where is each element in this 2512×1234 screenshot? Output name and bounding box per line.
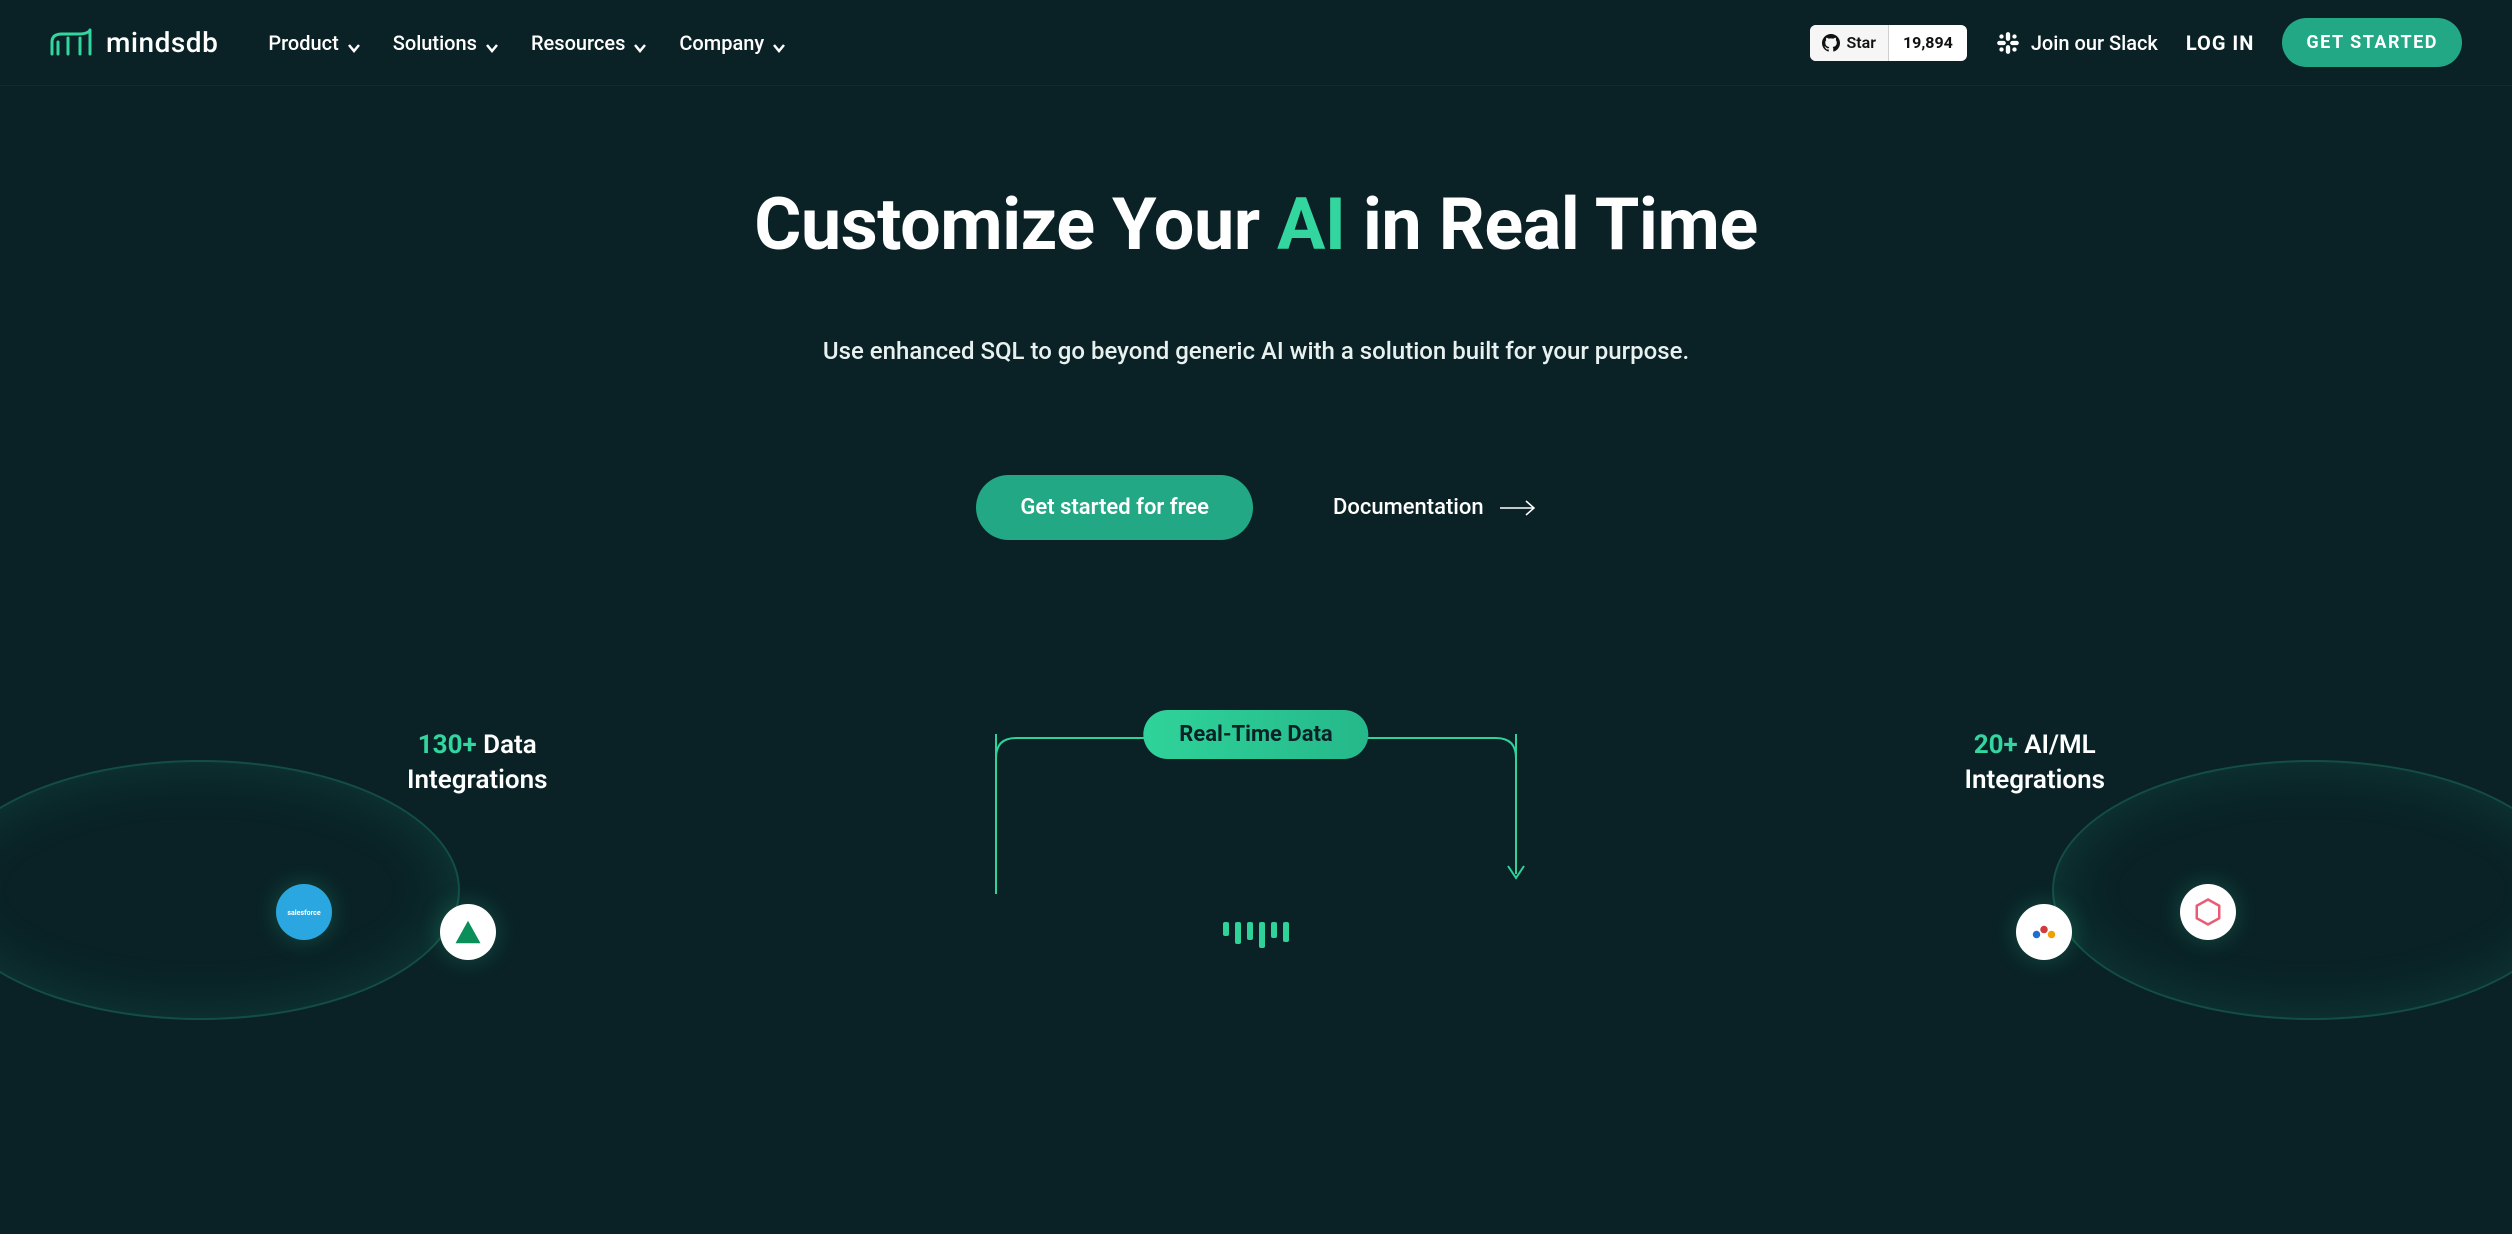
bear-logo-icon xyxy=(50,28,96,58)
aiml-integrations-label: 20+ AI/ML Integrations xyxy=(1964,728,2105,798)
github-star-button[interactable]: Star xyxy=(1810,25,1889,61)
brand-name: mindsdb xyxy=(106,26,218,59)
documentation-link[interactable]: Documentation xyxy=(1333,495,1536,520)
hero-cta-row: Get started for free Documentation xyxy=(0,475,2512,540)
integration-bubble-left-2 xyxy=(440,904,496,960)
github-star-count[interactable]: 19,894 xyxy=(1889,25,1967,61)
nav-item-product[interactable]: Product xyxy=(268,31,360,55)
get-started-button[interactable]: GET STARTED xyxy=(2282,18,2462,67)
hex-ring-icon xyxy=(2193,897,2223,927)
join-slack-link[interactable]: Join our Slack xyxy=(1995,30,2158,56)
nav-right: Star 19,894 Join our Slack LOG IN GET ST… xyxy=(1810,18,2462,67)
arc-left xyxy=(0,760,460,1020)
nav-left: mindsdb Product Solutions Resources Comp… xyxy=(50,26,786,59)
data-integrations-line2: Integrations xyxy=(407,765,548,795)
integration-bubble-right-1 xyxy=(2180,884,2236,940)
hero-title: Customize Your AI in Real Time xyxy=(0,182,2512,267)
github-icon xyxy=(1822,34,1840,52)
nav-item-label: Solutions xyxy=(393,31,477,55)
top-nav: mindsdb Product Solutions Resources Comp… xyxy=(0,0,2512,86)
hero: Customize Your AI in Real Time Use enhan… xyxy=(0,86,2512,540)
hero-title-pre: Customize Your xyxy=(754,182,1277,267)
salesforce-icon: salesforce xyxy=(287,895,321,929)
nav-menu: Product Solutions Resources Company xyxy=(268,31,786,55)
data-integrations-label: 130+ Data Integrations xyxy=(407,728,548,798)
hero-title-post: in Real Time xyxy=(1345,182,1757,267)
get-started-free-button[interactable]: Get started for free xyxy=(976,475,1253,540)
brand-logo[interactable]: mindsdb xyxy=(50,26,218,59)
slack-label: Join our Slack xyxy=(2031,31,2158,55)
nav-item-solutions[interactable]: Solutions xyxy=(393,31,499,55)
integration-bubble-salesforce: salesforce xyxy=(276,884,332,940)
svg-text:salesforce: salesforce xyxy=(288,908,321,917)
hero-title-accent: AI xyxy=(1277,182,1345,267)
chevron-down-icon xyxy=(772,36,786,50)
chevron-down-icon xyxy=(485,36,499,50)
slack-icon xyxy=(1995,30,2021,56)
nav-item-resources[interactable]: Resources xyxy=(531,31,647,55)
chevron-down-icon xyxy=(347,36,361,50)
data-integrations-line1: Data xyxy=(477,730,537,760)
aiml-integrations-count: 20+ xyxy=(1974,730,2018,760)
login-link[interactable]: LOG IN xyxy=(2186,31,2255,55)
documentation-label: Documentation xyxy=(1333,495,1484,520)
github-star-widget[interactable]: Star 19,894 xyxy=(1810,25,1966,61)
integration-bubble-right-2 xyxy=(2016,904,2072,960)
hero-subtitle: Use enhanced SQL to go beyond generic AI… xyxy=(0,337,2512,365)
dots-icon xyxy=(2029,917,2059,947)
nav-item-company[interactable]: Company xyxy=(679,31,786,55)
arc-right xyxy=(2052,760,2512,1020)
nav-item-label: Company xyxy=(679,31,764,55)
nav-item-label: Resources xyxy=(531,31,625,55)
data-integrations-count: 130+ xyxy=(418,730,477,760)
nav-item-label: Product xyxy=(268,31,338,55)
aiml-integrations-line2: Integrations xyxy=(1964,765,2105,795)
github-star-label: Star xyxy=(1846,33,1876,52)
arrow-right-icon xyxy=(1500,500,1536,516)
triangle-icon xyxy=(453,917,483,947)
integrations-diagram: Real-Time Data 130+ Data Integrations 20… xyxy=(0,710,2512,930)
barcode-icon xyxy=(1223,922,1289,948)
aiml-integrations-line1: AI/ML xyxy=(2018,730,2096,760)
realtime-data-pill: Real-Time Data xyxy=(1143,710,1368,759)
chevron-down-icon xyxy=(633,36,647,50)
